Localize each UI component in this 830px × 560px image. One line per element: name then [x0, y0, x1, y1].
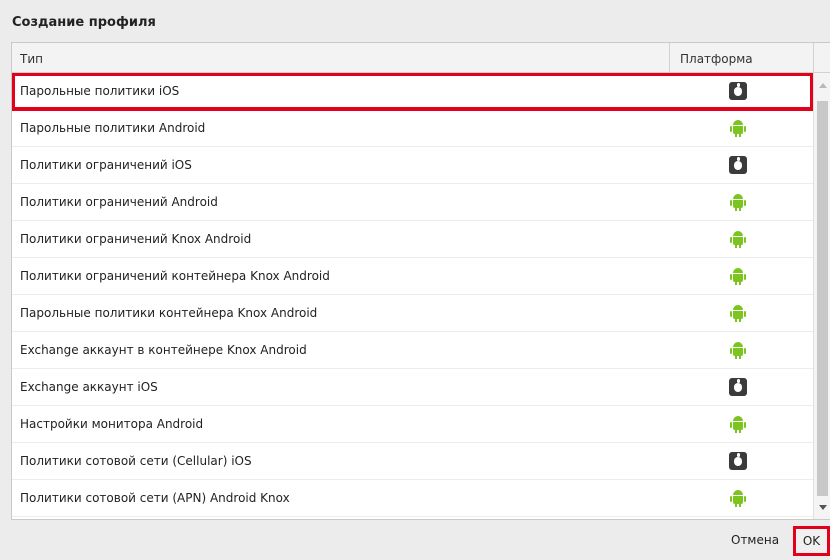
- platform-cell: [729, 415, 747, 433]
- dialog-title: Создание профиля: [12, 15, 156, 30]
- platform-cell: [729, 341, 747, 359]
- android-icon: [729, 489, 747, 507]
- table-row[interactable]: Политики сотовой сети (Cellular) iOS: [12, 443, 813, 480]
- platform-cell: [729, 230, 747, 248]
- profile-type-label: Политики ограничений Knox Android: [20, 232, 252, 246]
- android-icon: [729, 119, 747, 137]
- profile-type-label: Политики сотовой сети (Cellular) iOS: [20, 454, 252, 468]
- table-row[interactable]: Политики ограничений контейнера Knox And…: [12, 258, 813, 295]
- apple-icon: [729, 156, 747, 174]
- profile-type-label: Политики сотовой сети (APN) Android Knox: [20, 491, 290, 505]
- table-row[interactable]: Политики ограничений Knox Android: [12, 221, 813, 258]
- cancel-button[interactable]: Отмена: [731, 533, 779, 547]
- table-row[interactable]: Политики сотовой сети (APN) Android Knox: [12, 480, 813, 517]
- platform-cell: [729, 489, 747, 507]
- table-row[interactable]: Парольные политики Android: [12, 110, 813, 147]
- android-icon: [729, 415, 747, 433]
- column-header-platform[interactable]: Платформа: [680, 52, 753, 66]
- apple-icon: [729, 82, 747, 100]
- platform-cell: [729, 304, 747, 322]
- android-icon: [729, 193, 747, 211]
- grid-rows: Парольные политики iOS Парольные политики…: [12, 73, 813, 519]
- platform-cell: [729, 267, 747, 285]
- scroll-up-arrow-icon[interactable]: [819, 83, 827, 88]
- profile-type-label: Политики ограничений контейнера Knox And…: [20, 269, 330, 283]
- profile-type-label: Парольные политики iOS: [20, 84, 180, 98]
- profile-type-label: Exchange аккаунт в контейнере Knox Andro…: [20, 343, 307, 357]
- table-row[interactable]: [12, 517, 813, 519]
- profile-type-label: Настройки монитора Android: [20, 417, 204, 431]
- dialog-footer: Отмена OK: [0, 520, 830, 560]
- table-row[interactable]: Exchange аккаунт в контейнере Knox Andro…: [12, 332, 813, 369]
- table-row[interactable]: Политики ограничений Android: [12, 184, 813, 221]
- platform-cell: [729, 82, 747, 100]
- profile-type-label: Политики ограничений iOS: [20, 158, 192, 172]
- grid-header: Тип Платформа: [12, 43, 830, 73]
- column-divider: [813, 43, 814, 73]
- vertical-scrollbar[interactable]: [813, 73, 830, 519]
- table-row[interactable]: Парольные политики iOS: [12, 73, 813, 111]
- table-row[interactable]: Политики ограничений iOS: [12, 147, 813, 184]
- profile-type-label: Парольные политики Android: [20, 121, 206, 135]
- android-icon: [729, 341, 747, 359]
- profile-type-label: Exchange аккаунт iOS: [20, 380, 158, 394]
- profile-type-grid: Тип Платформа Парольные политики iOS Паро…: [11, 42, 830, 520]
- apple-icon: [729, 378, 747, 396]
- android-icon: [729, 230, 747, 248]
- platform-cell: [729, 193, 747, 211]
- android-icon: [729, 267, 747, 285]
- ok-button[interactable]: OK: [793, 526, 830, 556]
- platform-cell: [729, 119, 747, 137]
- table-row[interactable]: Настройки монитора Android: [12, 406, 813, 443]
- table-row[interactable]: Парольные политики контейнера Knox Andro…: [12, 295, 813, 332]
- column-header-type[interactable]: Тип: [20, 52, 43, 66]
- apple-icon: [729, 452, 747, 470]
- profile-type-label: Парольные политики контейнера Knox Andro…: [20, 306, 318, 320]
- table-row[interactable]: Exchange аккаунт iOS: [12, 369, 813, 406]
- dialog-title-bar: Создание профиля: [0, 0, 830, 42]
- platform-cell: [729, 378, 747, 396]
- platform-cell: [729, 156, 747, 174]
- platform-cell: [729, 452, 747, 470]
- create-profile-dialog: Создание профиля Тип Платформа Парольные…: [0, 0, 830, 560]
- scroll-thumb[interactable]: [817, 101, 828, 496]
- profile-type-label: Политики ограничений Android: [20, 195, 218, 209]
- scroll-down-arrow-icon[interactable]: [819, 505, 827, 510]
- android-icon: [729, 304, 747, 322]
- column-divider: [669, 43, 670, 73]
